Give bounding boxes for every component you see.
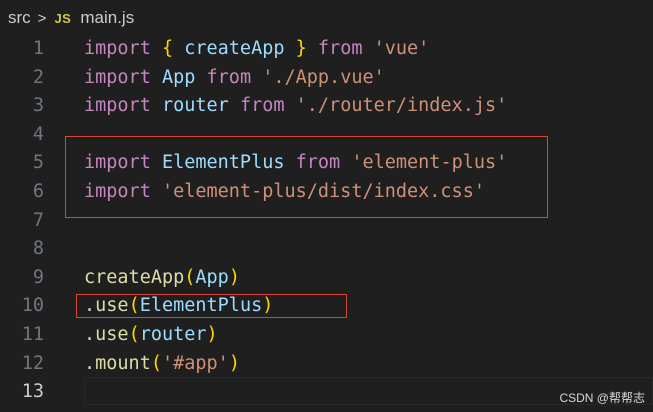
- line-number: 13: [21, 381, 44, 403]
- code-line[interactable]: 1 import { createApp } from 'vue': [0, 35, 653, 64]
- code-token: App: [195, 266, 229, 288]
- line-number: 1: [32, 38, 44, 59]
- annotation-box-use-elementplus: [76, 294, 347, 318]
- code-token: createApp: [84, 266, 185, 288]
- code-content: .mount('#app'): [84, 350, 240, 379]
- code-content: createApp(App): [84, 264, 240, 293]
- line-number: 3: [32, 95, 44, 117]
- line-number: 10: [21, 295, 44, 317]
- code-token: createApp: [173, 38, 296, 59]
- code-token: .: [84, 323, 96, 345]
- line-number: 8: [32, 238, 44, 260]
- breadcrumb-folder[interactable]: src: [8, 8, 31, 28]
- code-token: .: [84, 352, 96, 374]
- code-token: use: [95, 323, 129, 345]
- line-number: 12: [21, 352, 44, 374]
- code-token: {: [161, 38, 174, 59]
- line-number: 4: [32, 123, 44, 145]
- code-token: './router/index.js': [295, 95, 508, 117]
- line-number: 2: [32, 66, 44, 88]
- watermark: CSDN @帮帮志: [559, 391, 645, 405]
- line-number: 11: [21, 323, 44, 345]
- code-token: from: [239, 95, 285, 117]
- code-token: }: [295, 38, 307, 59]
- code-token: './App.vue': [262, 66, 385, 88]
- code-editor[interactable]: 1 import { createApp } from 'vue' 2 import …: [0, 35, 653, 407]
- javascript-file-icon: JS: [54, 10, 72, 26]
- code-token: import: [84, 95, 151, 117]
- code-line[interactable]: 3 import router from './router/index.js': [0, 92, 653, 121]
- code-content: import App from './App.vue': [84, 64, 385, 93]
- line-number: 9: [32, 266, 44, 288]
- line-number: 6: [32, 180, 44, 202]
- code-token: import: [84, 66, 151, 88]
- code-line[interactable]: 2 import App from './App.vue': [0, 64, 653, 93]
- code-content: import router from './router/index.js': [84, 92, 507, 121]
- code-token: '#app': [161, 352, 229, 374]
- code-token: router: [139, 323, 207, 345]
- annotation-box-imports: [65, 136, 548, 218]
- code-content: import { createApp } from 'vue': [84, 35, 429, 64]
- code-token: ): [206, 323, 218, 345]
- code-token: ): [228, 266, 240, 288]
- code-token: App: [161, 66, 196, 88]
- code-token: from: [206, 66, 252, 88]
- code-token: from: [317, 38, 363, 59]
- code-content: .use(router): [84, 321, 218, 350]
- code-token: (: [150, 352, 162, 374]
- code-token: import: [84, 38, 151, 59]
- code-token: (: [184, 266, 196, 288]
- code-line[interactable]: 11 .use(router): [0, 321, 653, 350]
- code-line[interactable]: 9 createApp(App): [0, 264, 653, 293]
- code-token: router: [161, 95, 229, 117]
- code-token: (: [128, 323, 140, 345]
- chevron-right-icon: >: [37, 9, 47, 27]
- line-number: 5: [32, 152, 44, 174]
- code-line[interactable]: 12 .mount('#app'): [0, 350, 653, 379]
- breadcrumb: src > JS main.js: [0, 0, 653, 36]
- line-number: 7: [32, 209, 44, 231]
- code-token: mount: [95, 352, 151, 374]
- code-line[interactable]: 8: [0, 235, 653, 264]
- code-token: 'vue': [373, 38, 430, 59]
- code-line[interactable]: 13: [0, 378, 653, 407]
- breadcrumb-file[interactable]: main.js: [80, 8, 134, 28]
- code-token: ): [228, 352, 240, 374]
